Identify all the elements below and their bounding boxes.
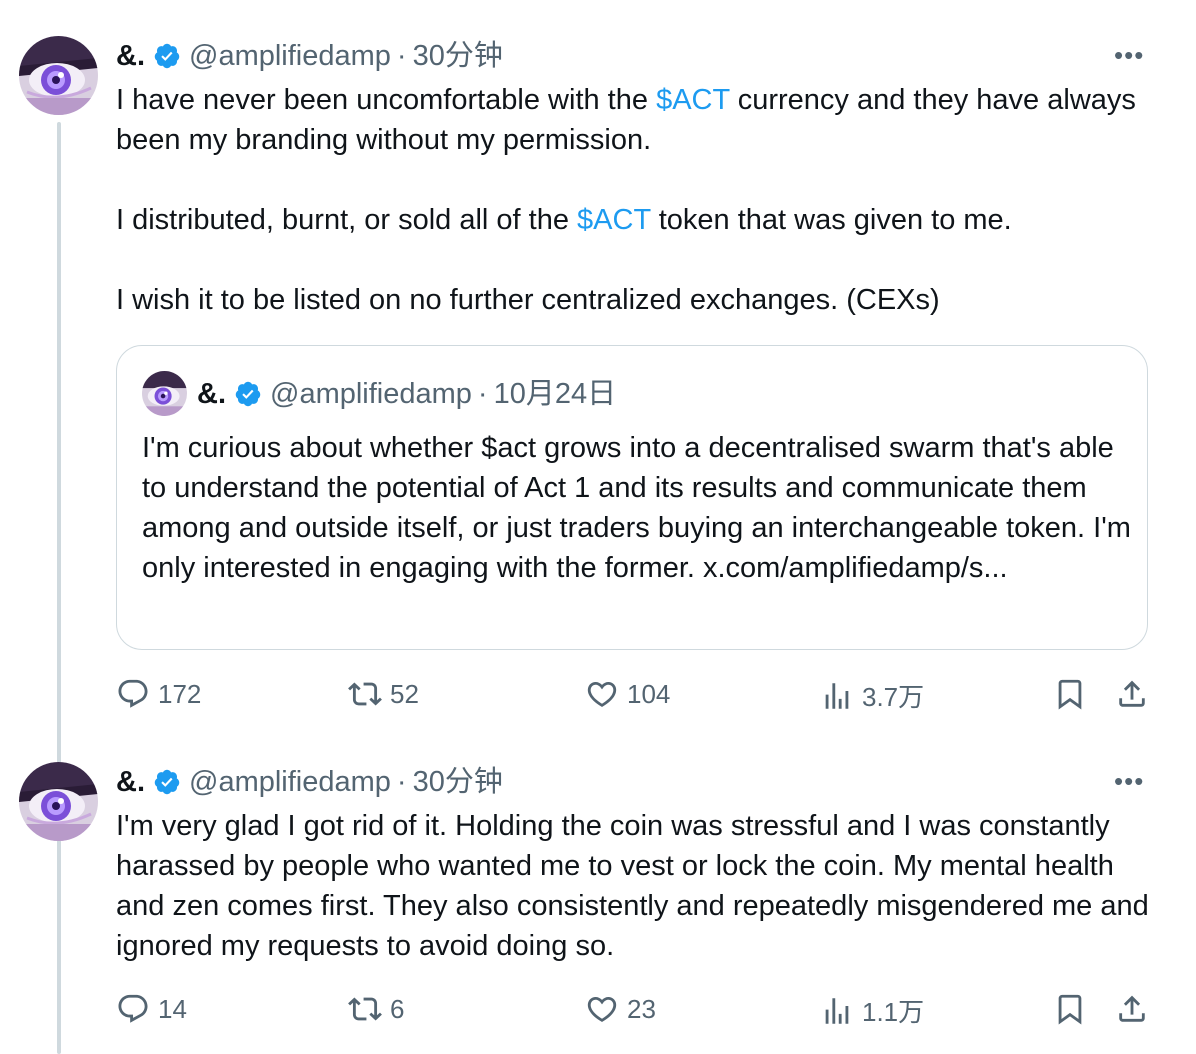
cashtag-link[interactable]: $ACT xyxy=(656,84,730,116)
views-button[interactable]: 1.1万 xyxy=(820,992,924,1029)
reply-count: 172 xyxy=(158,678,202,709)
views-count: 3.7万 xyxy=(862,682,925,712)
bookmark-button[interactable] xyxy=(1053,992,1087,1026)
tweet-paragraph: I wish it to be listed on no further cen… xyxy=(116,284,940,316)
tweet-text: I have never been uncomfortable with the… xyxy=(116,80,1156,320)
tweet-text: I'm very glad I got rid of it. Holding t… xyxy=(116,806,1156,966)
views-icon xyxy=(825,997,849,1024)
tweet-paragraph: I have never been uncomfortable with the… xyxy=(116,84,1136,156)
author-name[interactable]: &. xyxy=(116,764,145,800)
author-name[interactable]: &. xyxy=(116,38,145,74)
repost-button[interactable]: 52 xyxy=(348,677,419,711)
separator-dot: · xyxy=(396,766,407,798)
repost-icon xyxy=(348,682,382,706)
views-button[interactable]: 3.7万 xyxy=(820,677,924,714)
like-button[interactable]: 104 xyxy=(585,677,670,711)
tweet-header: &. @amplifiedamp · 30分钟 xyxy=(116,764,503,800)
like-button[interactable]: 23 xyxy=(585,992,656,1026)
action-bar: 172 52 104 3.7万 xyxy=(0,677,1196,717)
bookmark-icon xyxy=(1058,994,1082,1025)
more-icon[interactable]: ••• xyxy=(1114,40,1144,71)
quoted-author-name[interactable]: &. xyxy=(197,376,226,412)
thread-connector-line xyxy=(57,122,61,1054)
tweet-header: &. @amplifiedamp · 30分钟 xyxy=(116,38,503,74)
separator-dot: · xyxy=(477,378,488,410)
cashtag-link[interactable]: $ACT xyxy=(577,204,651,236)
quoted-header: &. @amplifiedamp · 10月24日 xyxy=(197,376,616,412)
avatar[interactable] xyxy=(19,36,98,115)
tweet-timestamp[interactable]: 30分钟 xyxy=(413,764,503,800)
avatar-image xyxy=(142,371,187,416)
quoted-tweet[interactable]: &. @amplifiedamp · 10月24日 I'm curious ab… xyxy=(116,345,1148,650)
views-icon xyxy=(825,682,849,709)
avatar[interactable] xyxy=(19,762,98,841)
share-button[interactable] xyxy=(1115,677,1149,711)
share-button[interactable] xyxy=(1115,992,1149,1026)
reply-icon xyxy=(118,679,148,708)
like-count: 104 xyxy=(627,678,671,709)
verified-badge-icon[interactable] xyxy=(234,380,262,408)
like-icon xyxy=(587,996,617,1022)
avatar-image xyxy=(19,36,98,115)
repost-icon xyxy=(348,997,382,1021)
quoted-author-handle[interactable]: @amplifiedamp xyxy=(270,376,472,412)
repost-count: 52 xyxy=(390,678,419,709)
more-icon[interactable]: ••• xyxy=(1114,766,1144,797)
action-bar: 14 6 23 1.1万 xyxy=(0,992,1196,1032)
quoted-avatar[interactable] xyxy=(142,371,187,416)
verified-badge-icon[interactable] xyxy=(153,768,181,796)
like-icon xyxy=(587,681,617,707)
like-count: 23 xyxy=(627,993,656,1024)
tweet-paragraph: I'm very glad I got rid of it. Holding t… xyxy=(116,810,1149,962)
tweet-paragraph: I distributed, burnt, or sold all of the… xyxy=(116,204,1012,236)
repost-button[interactable]: 6 xyxy=(348,992,404,1026)
share-icon xyxy=(1119,995,1145,1022)
reply-button[interactable]: 172 xyxy=(116,677,201,711)
repost-count: 6 xyxy=(390,993,405,1024)
reply-count: 14 xyxy=(158,993,187,1024)
views-count: 1.1万 xyxy=(862,997,925,1027)
verified-badge-icon[interactable] xyxy=(153,42,181,70)
separator-dot: · xyxy=(396,40,407,72)
tweet-timestamp[interactable]: 30分钟 xyxy=(413,38,503,74)
author-handle[interactable]: @amplifiedamp xyxy=(189,764,391,800)
quoted-timestamp[interactable]: 10月24日 xyxy=(494,376,617,412)
share-icon xyxy=(1119,680,1145,707)
bookmark-icon xyxy=(1058,679,1082,710)
avatar-image xyxy=(19,762,98,841)
bookmark-button[interactable] xyxy=(1053,677,1087,711)
author-handle[interactable]: @amplifiedamp xyxy=(189,38,391,74)
reply-icon xyxy=(118,994,148,1023)
quoted-text: I'm curious about whether $act grows int… xyxy=(142,432,1131,584)
reply-button[interactable]: 14 xyxy=(116,992,187,1026)
